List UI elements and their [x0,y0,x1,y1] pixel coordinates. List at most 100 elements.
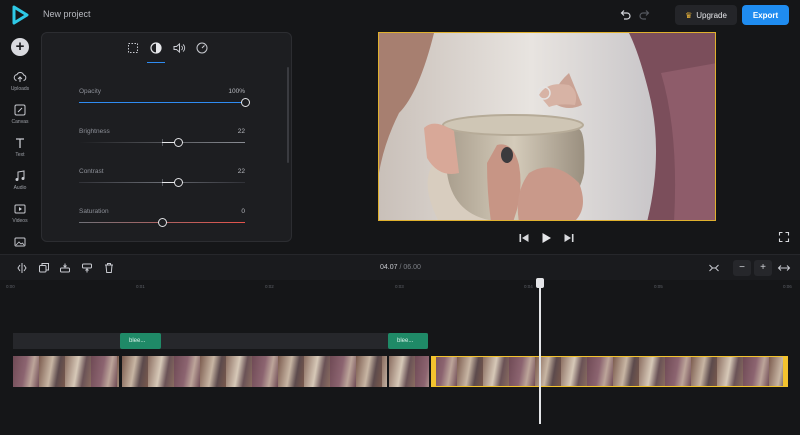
ruler-label: 0:04 [524,284,533,289]
thumbnail-frame [122,356,148,387]
current-time: 04.07 [380,264,398,271]
clip-trim-handle-right[interactable] [783,356,788,387]
thumbnail-frame [382,356,387,387]
adjustments-panel: Opacity 100% Brightness 22 Contrast 22 S… [41,32,292,242]
clip-trim-handle-left[interactable] [431,356,436,387]
slider-knob[interactable] [174,178,184,187]
playhead-handle[interactable] [536,278,544,288]
opacity-slider[interactable]: Opacity 100% [79,88,250,118]
thumbnail-frame [587,356,613,387]
skip-forward-icon[interactable] [562,231,576,245]
redo-icon[interactable] [638,8,652,22]
upgrade-button[interactable]: ♛ Upgrade [675,5,737,25]
ruler-label: 0:02 [265,284,274,289]
thumbnail-frame [252,356,278,387]
audio-track [13,333,428,349]
video-clip[interactable] [122,356,387,387]
duplicate-icon[interactable] [37,261,51,275]
speed-icon[interactable] [195,41,209,55]
sidebar-item-canvas[interactable]: Canvas [0,103,40,125]
sidebar-item-uploads[interactable]: Uploads [0,70,40,92]
volume-icon[interactable] [172,41,186,55]
contrast-slider[interactable]: Contrast 22 [79,168,245,198]
brightness-slider[interactable]: Brightness 22 [79,128,245,158]
playhead[interactable] [539,282,541,424]
thumbnail-frame [304,356,330,387]
timecode-separator: / [399,264,402,271]
panel-scrollbar[interactable] [287,67,289,163]
add-media-button[interactable]: + [11,38,29,56]
video-clip[interactable] [13,356,119,387]
thumbnail-frame [665,356,691,387]
delete-icon[interactable] [102,261,116,275]
contrast-icon[interactable] [149,41,163,55]
sidebar-item-audio[interactable]: Audio [0,169,40,191]
image-icon [14,237,26,247]
canvas-icon [14,104,26,116]
zoom-in-button[interactable]: + [754,260,772,276]
thumbnail-frame [389,356,415,387]
fullscreen-icon[interactable] [778,231,790,243]
sidebar-item-label: Text [15,152,25,158]
slider-knob[interactable] [240,98,250,107]
sidebar-item-text[interactable]: Text [0,136,40,158]
trim-start-icon[interactable] [58,261,72,275]
thumbnail-frame [717,356,743,387]
ruler-label: 0:05 [654,284,663,289]
thumbnail-frame [226,356,252,387]
thumbnail-frame [13,356,39,387]
thumbnail-frame [639,356,665,387]
split-icon[interactable] [15,261,29,275]
sidebar-item-label: Uploads [10,86,30,92]
slider-label: Opacity [79,88,102,95]
panel-tabs [42,33,291,63]
thumbnail-frame [457,356,483,387]
fit-timeline-icon[interactable] [707,261,721,275]
play-icon[interactable] [539,231,553,245]
slider-knob[interactable] [157,218,167,227]
thumbnail-frame [691,356,717,387]
thumbnail-frame [117,356,119,387]
ruler-label: 0:01 [136,284,145,289]
thumbnail-frame [174,356,200,387]
export-button[interactable]: Export [742,5,789,25]
timeline-ruler[interactable]: 0:00 0:01 0:02 0:03 0:04 0:05 0:06 [0,280,800,295]
thumbnail-frame [148,356,174,387]
expand-timeline-icon[interactable] [777,261,791,275]
sidebar-item-label: Canvas [11,119,29,125]
project-title[interactable]: New project [43,9,91,19]
music-icon [15,170,25,181]
slider-label: Saturation [79,208,109,215]
video-icon [14,204,26,214]
slider-value: 22 [237,128,245,135]
ruler-label: 0:06 [783,284,792,289]
thumbnail-frame [561,356,587,387]
audio-clip[interactable]: blee... [388,333,428,349]
saturation-slider[interactable]: Saturation 0 [79,208,245,238]
crop-icon[interactable] [126,41,140,55]
zoom-out-button[interactable]: − [733,260,751,276]
thumbnail-frame [200,356,226,387]
trim-end-icon[interactable] [80,261,94,275]
sidebar-item-videos[interactable]: Videos [0,202,40,224]
ruler-label: 0:03 [395,284,404,289]
sidebar-item-label: Audio [13,185,27,191]
preview-frame-image [379,33,715,220]
skip-back-icon[interactable] [517,231,531,245]
slider-fill [79,102,245,103]
slider-knob[interactable] [174,138,184,147]
top-bar: New project ♛ Upgrade Export [0,0,800,30]
video-preview[interactable] [378,32,716,221]
audio-clip[interactable]: blee... [120,333,161,349]
app-logo-icon[interactable] [10,5,30,25]
ruler-label: 0:00 [6,284,15,289]
undo-icon[interactable] [618,8,632,22]
thumbnail-frame [509,356,535,387]
video-clip[interactable] [389,356,429,387]
video-clip-selected[interactable] [431,356,788,387]
slider-value: 0 [241,208,245,215]
slider-value: 100% [228,88,245,95]
thumbnail-frame [278,356,304,387]
timecode: 04.07 / 06.00 [380,264,421,271]
sidebar-item-images[interactable] [0,235,40,249]
